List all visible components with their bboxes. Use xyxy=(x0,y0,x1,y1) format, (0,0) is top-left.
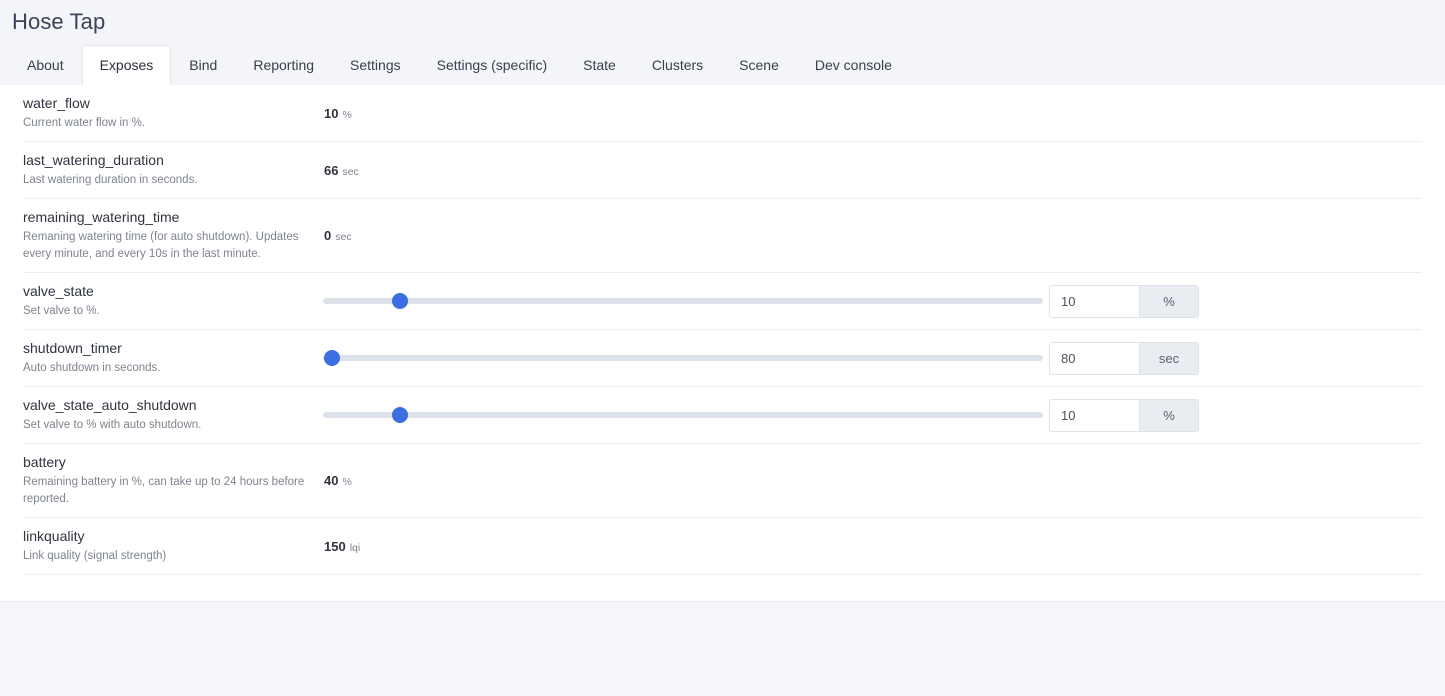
tab-scene[interactable]: Scene xyxy=(721,45,797,85)
expose-name: valve_state xyxy=(23,282,313,301)
expose-description: Remaning watering time (for auto shutdow… xyxy=(23,229,313,263)
expose-row: valve_state_auto_shutdown Set valve to % … xyxy=(23,387,1422,444)
expose-value: 40% xyxy=(323,473,352,488)
exposes-card: water_flow Current water flow in %. 10% las… xyxy=(0,85,1445,602)
expose-unit: % xyxy=(342,109,351,121)
expose-unit: % xyxy=(342,476,351,488)
tab-bind[interactable]: Bind xyxy=(171,45,235,85)
expose-description: Set valve to % with auto shutdown. xyxy=(23,417,313,434)
expose-description: Remaining battery in %, can take up to 2… xyxy=(23,474,313,508)
expose-value-column: % xyxy=(323,285,1422,318)
expose-row: water_flow Current water flow in %. 10% xyxy=(23,85,1422,142)
expose-description: Link quality (signal strength) xyxy=(23,548,313,565)
value-input[interactable] xyxy=(1050,286,1139,317)
expose-label-column: last_watering_duration Last watering dura… xyxy=(23,151,323,189)
expose-row: linkquality Link quality (signal strength… xyxy=(23,518,1422,575)
expose-name: linkquality xyxy=(23,527,313,546)
expose-unit: sec xyxy=(335,231,351,243)
slider-thumb[interactable] xyxy=(392,407,408,423)
expose-label-column: valve_state Set valve to %. xyxy=(23,282,323,320)
expose-description: Set valve to %. xyxy=(23,303,313,320)
slider-track[interactable] xyxy=(323,412,1043,418)
expose-row: remaining_watering_time Remaning watering… xyxy=(23,199,1422,273)
expose-value-column: 0sec xyxy=(323,228,1422,243)
unit-addon: % xyxy=(1139,400,1198,431)
expose-value: 66sec xyxy=(323,163,359,178)
expose-unit: sec xyxy=(342,166,358,178)
expose-name: last_watering_duration xyxy=(23,151,313,170)
unit-addon: % xyxy=(1139,286,1198,317)
expose-unit: lqi xyxy=(350,542,361,554)
value-input[interactable] xyxy=(1050,400,1139,431)
expose-description: Auto shutdown in seconds. xyxy=(23,360,313,377)
tab-about[interactable]: About xyxy=(9,45,82,85)
slider-track[interactable] xyxy=(323,355,1043,361)
value-input[interactable] xyxy=(1050,343,1139,374)
expose-value-column: % xyxy=(323,399,1422,432)
expose-name: shutdown_timer xyxy=(23,339,313,358)
page-header: Hose Tap AboutExposesBindReportingSettin… xyxy=(0,0,1445,85)
expose-label-column: water_flow Current water flow in %. xyxy=(23,94,323,132)
expose-row: shutdown_timerAuto shutdown in seconds.s… xyxy=(23,330,1422,387)
tab-bar: AboutExposesBindReportingSettingsSetting… xyxy=(9,45,910,85)
tab-state[interactable]: State xyxy=(565,45,634,85)
page-title: Hose Tap xyxy=(12,9,105,35)
value-slider[interactable] xyxy=(323,404,1043,426)
expose-value-column: sec xyxy=(323,342,1422,375)
expose-description: Last watering duration in seconds. xyxy=(23,172,313,189)
expose-label-column: linkquality Link quality (signal strength… xyxy=(23,527,323,565)
expose-value-column: 40% xyxy=(323,473,1422,488)
slider-thumb[interactable] xyxy=(324,350,340,366)
expose-label-column: valve_state_auto_shutdown Set valve to % … xyxy=(23,396,323,434)
expose-label-column: shutdown_timer Auto shutdown in seconds. xyxy=(23,339,323,377)
tab-reporting[interactable]: Reporting xyxy=(235,45,332,85)
expose-label-column: remaining_watering_time Remaning watering… xyxy=(23,208,323,263)
expose-value-column: 66sec xyxy=(323,163,1422,178)
tab-settings-specific[interactable]: Settings (specific) xyxy=(419,45,565,85)
value-slider[interactable] xyxy=(323,347,1043,369)
value-input-group: % xyxy=(1049,399,1199,432)
expose-row: battery Remaining battery in %, can take … xyxy=(23,444,1422,518)
expose-value: 10% xyxy=(323,106,352,121)
expose-name: valve_state_auto_shutdown xyxy=(23,396,313,415)
slider-track[interactable] xyxy=(323,298,1043,304)
expose-row: last_watering_duration Last watering dura… xyxy=(23,142,1422,199)
expose-value: 150lqi xyxy=(323,539,360,554)
slider-thumb[interactable] xyxy=(392,293,408,309)
value-input-group: % xyxy=(1049,285,1199,318)
expose-name: water_flow xyxy=(23,94,313,113)
tab-exposes[interactable]: Exposes xyxy=(82,45,172,85)
expose-name: battery xyxy=(23,453,313,472)
expose-value-column: 10% xyxy=(323,106,1422,121)
expose-label-column: battery Remaining battery in %, can take … xyxy=(23,453,323,508)
value-input-group: sec xyxy=(1049,342,1199,375)
unit-addon: sec xyxy=(1139,343,1198,374)
value-slider[interactable] xyxy=(323,290,1043,312)
expose-name: remaining_watering_time xyxy=(23,208,313,227)
expose-value-column: 150lqi xyxy=(323,539,1422,554)
expose-value: 0sec xyxy=(323,228,352,243)
tab-clusters[interactable]: Clusters xyxy=(634,45,721,85)
exposes-list: water_flow Current water flow in %. 10% las… xyxy=(23,85,1422,575)
expose-description: Current water flow in %. xyxy=(23,115,313,132)
tab-dev-console[interactable]: Dev console xyxy=(797,45,910,85)
tab-settings[interactable]: Settings xyxy=(332,45,419,85)
expose-row: valve_state Set valve to %.% xyxy=(23,273,1422,330)
